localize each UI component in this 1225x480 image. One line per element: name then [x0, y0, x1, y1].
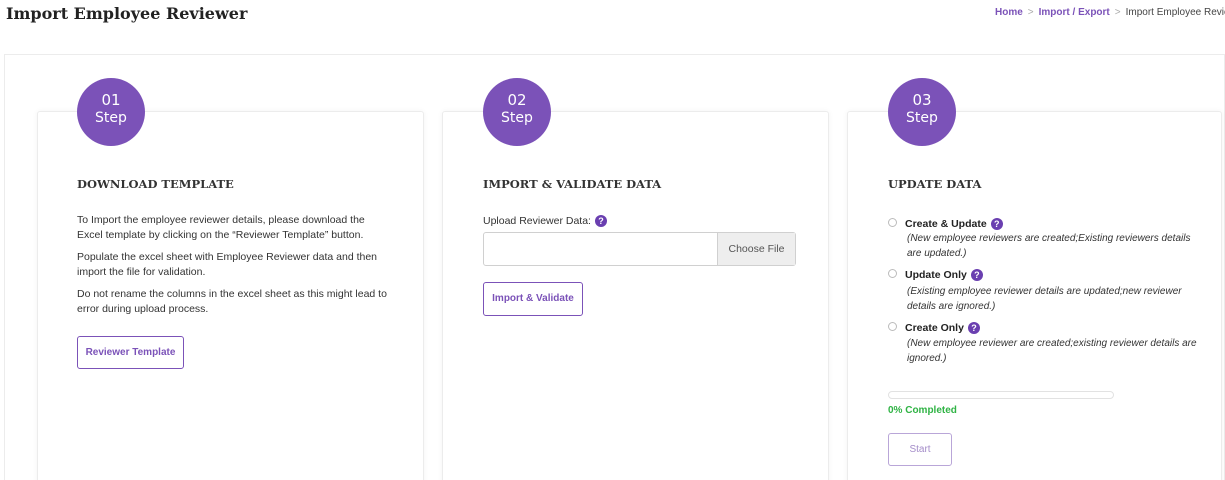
step2-badge: 02 Step: [483, 78, 551, 146]
option-description: (New employee reviewers are created;Exis…: [907, 233, 1191, 259]
create-update-option: Create & Update?: [905, 218, 1003, 231]
breadcrumb-import-export-link[interactable]: Import / Export: [1039, 7, 1110, 18]
create-only-option: Create Only?: [905, 322, 980, 335]
reviewer-file-input[interactable]: Choose File: [483, 232, 796, 266]
option-label: Create & Update: [905, 218, 987, 230]
breadcrumb-separator-icon: >: [1027, 7, 1034, 18]
start-button[interactable]: Start: [888, 433, 952, 466]
question-circle-icon[interactable]: ?: [967, 322, 980, 335]
update-only-option: Update Only?: [905, 269, 983, 282]
option-label: Update Only: [905, 269, 967, 281]
step1-instruction: To Import the employee reviewer details,…: [77, 214, 365, 241]
step-label: Step: [95, 110, 127, 126]
step3-badge: 03 Step: [888, 78, 956, 146]
step1-instruction: Populate the excel sheet with Employee R…: [77, 251, 378, 278]
question-circle-icon[interactable]: ?: [990, 218, 1003, 231]
upload-label: Upload Reviewer Data:: [483, 215, 591, 227]
breadcrumb-home-link[interactable]: Home: [995, 7, 1023, 18]
step-number: 01: [101, 91, 121, 109]
page-title: Import Employee Reviewer: [6, 4, 248, 23]
step1-title: DOWNLOAD TEMPLATE: [77, 177, 234, 191]
reviewer-template-button[interactable]: Reviewer Template: [77, 336, 184, 369]
create-update-radio[interactable]: [888, 218, 897, 227]
choose-file-button[interactable]: Choose File: [717, 233, 795, 265]
step1-instruction: Do not rename the columns in the excel s…: [77, 288, 387, 315]
breadcrumb: Home > Import / Export > Import Employee Rev…: [995, 7, 1225, 18]
progress-bar: [888, 391, 1114, 399]
step-number: 03: [912, 91, 932, 109]
step-label: Step: [906, 110, 938, 126]
import-validate-button[interactable]: Import & Validate: [483, 282, 583, 316]
option-description: (New employee reviewer are created;exist…: [907, 338, 1197, 364]
breadcrumb-separator-icon: >: [1114, 7, 1121, 18]
step-number: 02: [507, 91, 527, 109]
option-label: Create Only: [905, 322, 964, 334]
step1-badge: 01 Step: [77, 78, 145, 146]
progress-text: 0% Completed: [888, 405, 957, 416]
step-label: Step: [501, 110, 533, 126]
question-circle-icon[interactable]: ?: [594, 215, 607, 228]
option-description: (Existing employee reviewer details are …: [907, 286, 1182, 312]
breadcrumb-current: Import Employee Reviewer: [1125, 7, 1225, 18]
create-only-radio[interactable]: [888, 322, 897, 331]
question-circle-icon[interactable]: ?: [970, 269, 983, 282]
step3-title: UPDATE DATA: [888, 177, 982, 191]
step2-title: IMPORT & VALIDATE DATA: [483, 177, 662, 191]
upload-label-row: Upload Reviewer Data:?: [483, 215, 607, 228]
update-only-radio[interactable]: [888, 269, 897, 278]
